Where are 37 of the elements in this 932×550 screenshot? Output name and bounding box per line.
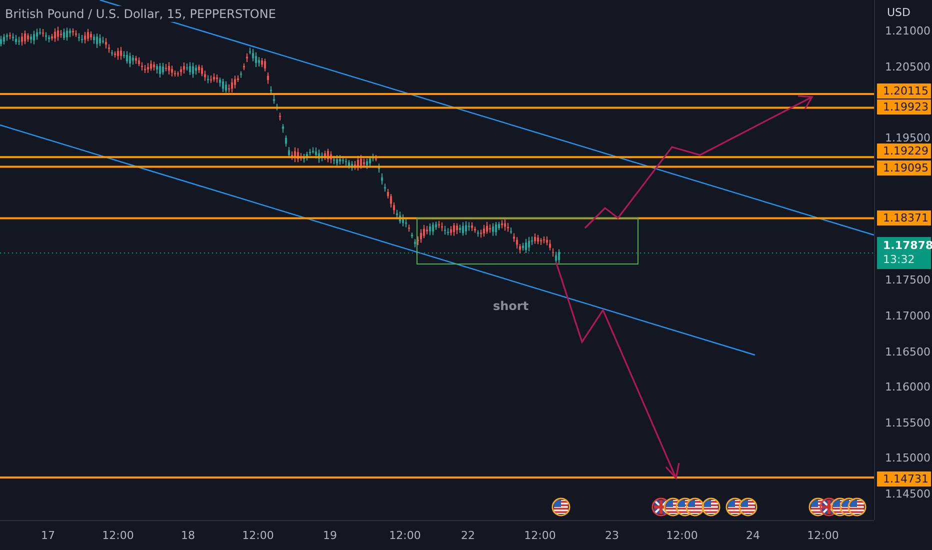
price-tick: 1.19500 <box>885 131 930 144</box>
time-tick: 12:00 <box>102 529 134 542</box>
time-tick: 22 <box>461 529 475 542</box>
time-tick: 12:00 <box>524 529 556 542</box>
price-tick: 1.20500 <box>885 60 930 74</box>
flag-icon[interactable] <box>738 498 758 516</box>
price-tick: 1.16000 <box>885 380 930 394</box>
annotation-text: short <box>493 299 529 313</box>
current-price: 1.17878 <box>883 239 931 253</box>
time-tick: 12:00 <box>807 529 839 542</box>
price-tick: 1.16500 <box>885 345 930 358</box>
time-tick: 12:00 <box>389 529 421 542</box>
bar-countdown: 13:32 <box>883 253 916 267</box>
price-tick: 1.21000 <box>885 24 930 38</box>
price-tick: 1.17500 <box>885 274 930 287</box>
time-tick: 19 <box>323 529 337 542</box>
price-tick: 1.15000 <box>885 452 930 465</box>
price-tick: 1.14500 <box>885 488 930 500</box>
flag-icon[interactable] <box>702 498 720 516</box>
time-tick: 18 <box>181 529 195 542</box>
price-tick: 1.17000 <box>885 309 930 322</box>
time-tick: 24 <box>746 529 760 542</box>
price-tick: 1.15500 <box>885 416 930 430</box>
level-price-tag: 1.19923 <box>877 100 931 114</box>
time-tick: 23 <box>605 529 619 542</box>
time-tick: 17 <box>41 529 55 542</box>
currency-label: USD <box>887 6 911 19</box>
level-price-tag: 1.19095 <box>877 160 931 176</box>
flag-icon[interactable] <box>552 498 570 516</box>
flag-icon[interactable] <box>848 498 866 516</box>
level-price-tag: 1.14731 <box>877 472 931 486</box>
level-price-tag: 1.20115 <box>877 84 931 98</box>
level-price-tag: 1.18371 <box>877 210 931 226</box>
level-price-tag: 1.19229 <box>877 144 931 158</box>
time-tick: 12:00 <box>242 529 274 542</box>
time-tick: 12:00 <box>666 529 698 542</box>
flag-icon[interactable] <box>686 498 704 516</box>
